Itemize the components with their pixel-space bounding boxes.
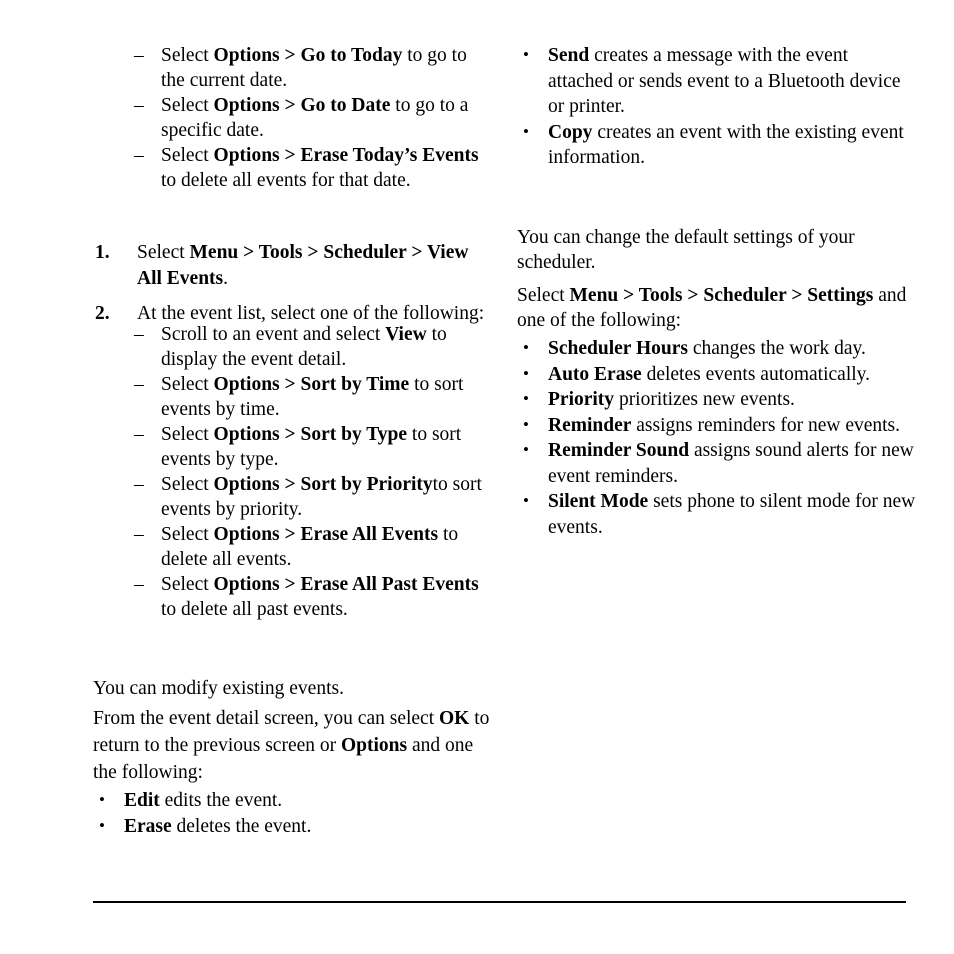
list-item-text: Scheduler Hours changes the work day. [548,338,866,359]
numbered-steps: 1. Select Menu > Tools > Scheduler > Vie… [93,240,493,330]
dash-marker: – [134,474,144,495]
list-item: • Priority prioritizes new events. [517,387,917,413]
settings-intro: You can change the default settings of y… [517,227,855,273]
list-item: • Silent Mode sets phone to silent mode … [517,489,917,540]
list-item: • Scheduler Hours changes the work day. [517,336,917,362]
dash-marker: – [134,524,144,545]
list-item-text: Scroll to an event and select View to di… [161,324,447,370]
list-item-text: Select Options > Erase All Past Events t… [161,574,479,620]
bullet-marker: • [99,815,105,835]
bullet-marker: • [523,338,529,357]
bullet-marker: • [523,414,529,434]
list-item-text: Auto Erase deletes events automatically. [548,363,871,385]
dash-marker: – [134,145,144,166]
list-item: • Reminder assigns reminders for new eve… [517,413,917,439]
list-item-text: Select Options > Sort by Time to sort ev… [161,374,464,420]
list-item-text: Edit edits the event. [124,790,283,811]
list-item-text: Send creates a message with the event at… [548,45,901,117]
list-item: – Select Options > Go to Today to go to … [93,43,493,93]
dash-list-event-actions: – Scroll to an event and select View to … [93,322,493,622]
list-item-text: Priority prioritizes new events. [548,389,795,410]
dash-marker: – [134,424,144,445]
list-item: – Select Options > Sort by Type to sort … [93,422,493,472]
dash-marker: – [134,574,144,595]
modify-body: From the event detail screen, you can se… [93,708,490,783]
list-item: • Auto Erase deletes events automaticall… [517,362,917,388]
step-text: Select Menu > Tools > Scheduler > View A… [137,242,469,289]
modify-intro: You can modify existing events. [93,678,344,699]
list-item: • Reminder Sound assigns sound alerts fo… [517,438,917,489]
bullet-marker: • [523,491,529,510]
step-text: At the event list, select one of the fol… [137,303,485,324]
list-item: – Select Options > Erase All Past Events… [93,572,493,622]
list-item-text: Select Options > Sort by Priorityto sort… [161,474,482,520]
bullet-marker: • [523,389,529,408]
dash-marker: – [134,95,144,116]
modify-events-section: You can modify existing events. From the… [93,675,493,839]
list-item: – Select Options > Sort by Priorityto so… [93,472,493,522]
numbered-step: 1. Select Menu > Tools > Scheduler > Vie… [93,240,493,291]
list-item-text: Silent Mode sets phone to silent mode fo… [548,491,916,538]
footer-rule [93,901,906,903]
list-item-text: Reminder assigns reminders for new event… [548,414,901,436]
bullet-marker: • [523,45,529,64]
list-item: – Select Options > Erase All Events to d… [93,522,493,572]
list-item-text: Reminder Sound assigns sound alerts for … [548,440,914,487]
dash-list-go-to: – Select Options > Go to Today to go to … [93,43,493,193]
settings-bullets: • Scheduler Hours changes the work day. … [517,336,917,540]
bullet-marker: • [99,790,105,809]
list-item-text: Select Options > Go to Date to go to a s… [161,95,469,141]
settings-select-path: Select Menu > Tools > Scheduler > Settin… [517,285,907,331]
modify-bullets: • Edit edits the event. • Erase deletes … [93,788,493,839]
list-item: – Select Options > Sort by Time to sort … [93,372,493,422]
list-item-text: Select Options > Sort by Type to sort ev… [161,424,462,470]
bullet-marker: • [523,440,529,459]
list-item: • Send creates a message with the event … [517,43,917,120]
step-number: 1. [95,242,110,263]
list-item: • Edit edits the event. [93,788,493,814]
list-item-text: Select Options > Erase All Events to del… [161,524,459,570]
scheduler-settings-section: You can change the default settings of y… [517,226,917,540]
list-item-text: Select Options > Go to Today to go to th… [161,45,467,91]
bullets-send-copy: • Send creates a message with the event … [517,43,917,171]
bullet-marker: • [523,363,529,383]
list-item-text: Copy creates an event with the existing … [548,121,904,169]
list-item-text: Select Options > Erase Today’s Events to… [161,145,479,191]
list-item: – Scroll to an event and select View to … [93,322,493,372]
dash-marker: – [134,374,144,395]
list-item: • Erase deletes the event. [93,814,493,840]
list-item-text: Erase deletes the event. [124,815,312,837]
dash-marker: – [134,45,144,66]
document-page: – Select Options > Go to Today to go to … [0,0,954,954]
list-item: • Copy creates an event with the existin… [517,120,917,171]
list-item: – Select Options > Erase Today’s Events … [93,143,493,193]
bullet-marker: • [523,121,529,141]
dash-marker: – [134,324,144,345]
list-item: – Select Options > Go to Date to go to a… [93,93,493,143]
